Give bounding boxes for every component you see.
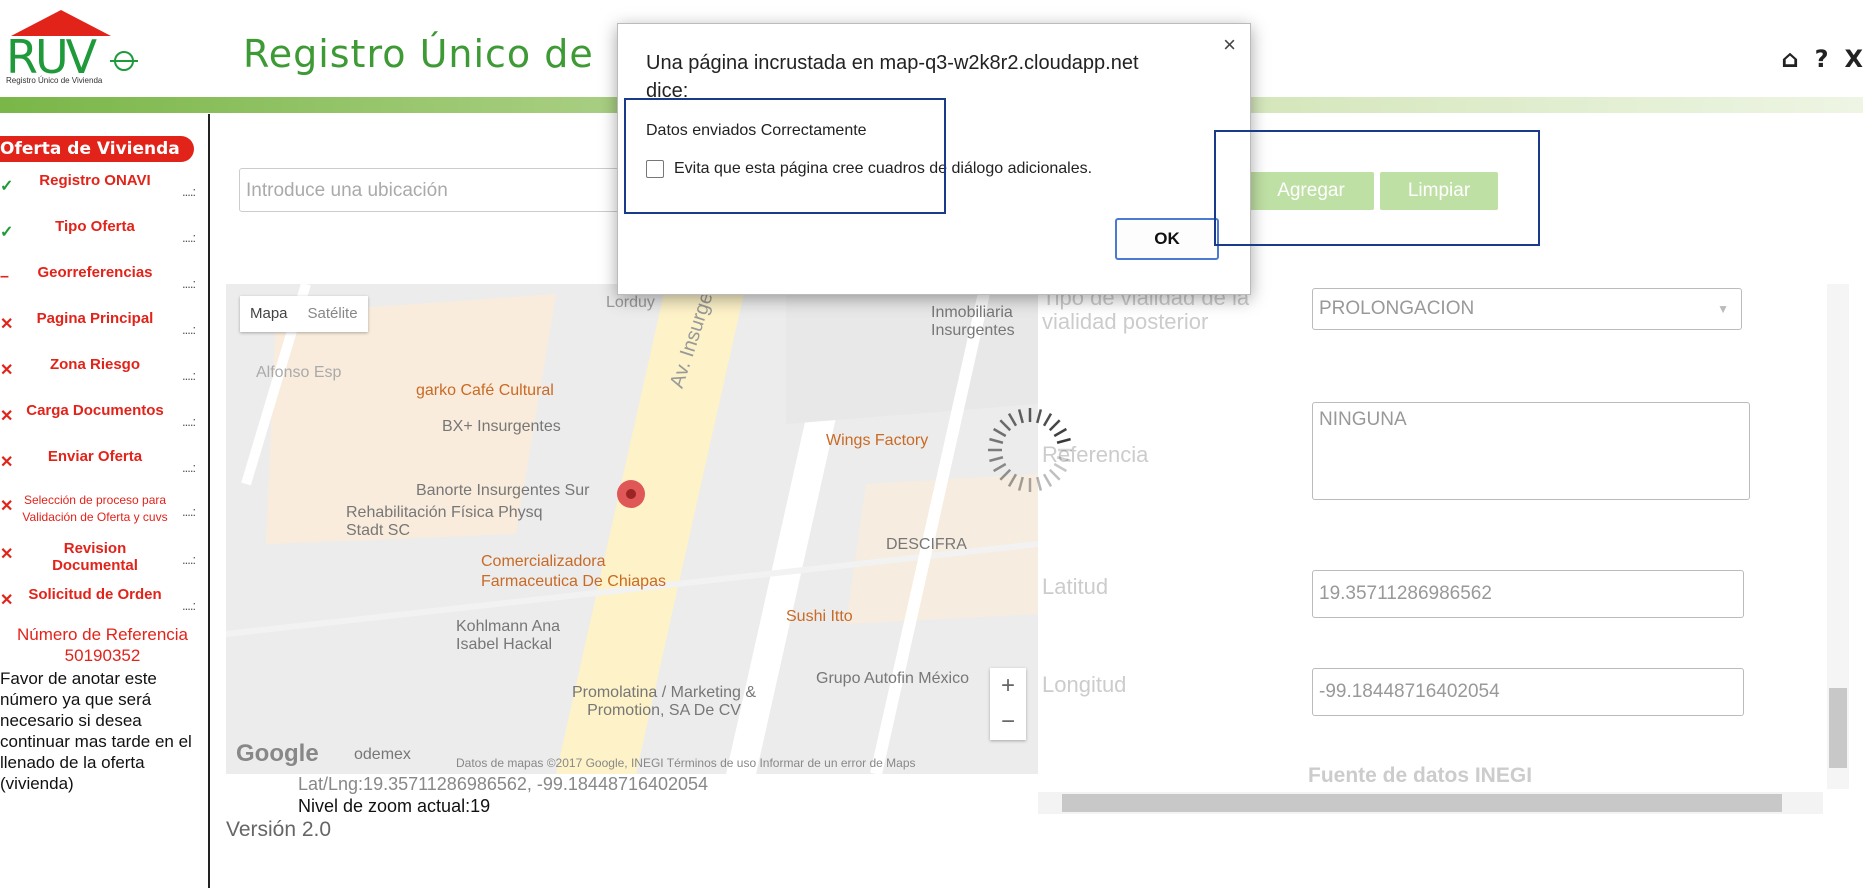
location-search-input[interactable]: Introduce una ubicación bbox=[239, 168, 619, 212]
map-poi[interactable]: Inmobiliaria Insurgentes bbox=[931, 304, 1038, 340]
sidebar-step[interactable]: ✕ Selección de proceso para Validación de… bbox=[0, 492, 205, 532]
sidebar-step[interactable]: ✕ Enviar Oferta....: bbox=[0, 448, 205, 488]
latitud-label: Latitud bbox=[1042, 574, 1109, 599]
ruv-logo: RUV Registro Único de Vivienda bbox=[0, 8, 150, 88]
zoom-level-readout: Nivel de zoom actual:19 bbox=[298, 796, 491, 816]
form-horizontal-scroll-thumb[interactable] bbox=[1062, 794, 1782, 812]
step-connector: ....: bbox=[182, 276, 196, 291]
step-connector: ....: bbox=[182, 230, 196, 245]
chevron-down-icon: ▼ bbox=[1717, 302, 1729, 316]
map-poi[interactable]: Sushi Itto bbox=[786, 608, 853, 626]
latlng-readout: Lat/Lng:19.35711286986562, -99.184487164… bbox=[298, 774, 709, 794]
dialog-close-icon[interactable]: × bbox=[1223, 32, 1236, 58]
map-poi[interactable]: Comercializadora Farmaceutica De Chiapas bbox=[481, 552, 701, 592]
sidebar-step-label: Selección de proceso para Validación de … bbox=[22, 493, 168, 524]
sidebar-step[interactable]: ✕ Carga Documentos....: bbox=[0, 402, 205, 442]
step-connector: ....: bbox=[182, 414, 196, 429]
sidebar-step-label: Revision Documental bbox=[52, 540, 138, 574]
map-poi[interactable]: Kohlmann Ana Isabel Hackal bbox=[456, 618, 576, 654]
location-form: Tipo de vialidad de la vialidad posterio… bbox=[1038, 284, 1838, 789]
sidebar-step[interactable]: – Georreferencias....: bbox=[0, 264, 205, 304]
loading-spinner-icon bbox=[988, 408, 1072, 492]
logo-subtitle: Registro Único de Vivienda bbox=[6, 76, 103, 85]
sidebar-step[interactable]: ✕ Zona Riesgo....: bbox=[0, 356, 205, 396]
map-attribution[interactable]: Datos de mapas ©2017 Google, INEGI Térmi… bbox=[456, 756, 916, 770]
map-type-map[interactable]: Mapa bbox=[240, 296, 298, 332]
cross-icon: ✕ bbox=[0, 546, 14, 563]
map-poi[interactable]: odemex bbox=[354, 746, 411, 764]
cross-icon: ✕ bbox=[0, 408, 14, 425]
map-label: Alfonso Esp bbox=[256, 364, 342, 381]
close-icon[interactable]: X bbox=[1844, 45, 1863, 73]
sidebar-step-label: Georreferencias bbox=[37, 264, 153, 281]
reference-note: Favor de anotar este número ya que será … bbox=[0, 669, 192, 793]
step-connector: ....: bbox=[182, 598, 196, 613]
map[interactable]: Mapa Satélite Lorduy Alfonso Esp garko C… bbox=[226, 284, 1038, 774]
google-logo: Google bbox=[236, 740, 319, 767]
cross-icon: ✕ bbox=[0, 454, 14, 471]
longitud-label: Longitud bbox=[1042, 672, 1127, 697]
step-connector: ....: bbox=[182, 504, 196, 519]
cross-icon: ✕ bbox=[0, 498, 14, 515]
step-connector: ....: bbox=[182, 184, 196, 199]
zoom-in-button[interactable]: + bbox=[990, 668, 1026, 704]
form-vertical-scroll-thumb[interactable] bbox=[1829, 688, 1847, 768]
step-connector: ....: bbox=[182, 322, 196, 337]
step-connector: ....: bbox=[182, 460, 196, 475]
step-connector: ....: bbox=[182, 368, 196, 383]
sidebar-step[interactable]: ✓ Tipo Oferta....: bbox=[0, 218, 205, 258]
sidebar-heading: Oferta de Vivienda bbox=[0, 136, 194, 162]
data-source-label: Fuente de datos INEGI bbox=[1308, 764, 1533, 787]
sidebar-step[interactable]: ✓ Registro ONAVI....: bbox=[0, 172, 205, 212]
vialidad-value: PROLONGACION bbox=[1319, 298, 1475, 319]
longitud-input[interactable]: -99.18448716402054 bbox=[1312, 668, 1744, 716]
sidebar-step-label: Tipo Oferta bbox=[55, 218, 135, 235]
sidebar-step-label: Solicitud de Orden bbox=[28, 586, 162, 603]
sidebar-step[interactable]: ✕ Solicitud de Orden....: bbox=[0, 586, 205, 626]
map-poi[interactable]: BX+ Insurgentes bbox=[442, 418, 561, 436]
dialog-ok-button[interactable]: OK bbox=[1115, 218, 1219, 260]
reference-number: 50190352 bbox=[64, 646, 141, 665]
map-type-satellite[interactable]: Satélite bbox=[298, 296, 368, 332]
map-poi[interactable]: Grupo Autofin México bbox=[816, 670, 969, 688]
map-poi[interactable]: Banorte Insurgentes Sur bbox=[416, 482, 589, 500]
map-poi[interactable]: Wings Factory bbox=[826, 432, 928, 450]
check-icon: ✓ bbox=[0, 224, 14, 241]
highlight-box bbox=[1214, 130, 1540, 246]
map-poi[interactable]: Promolatina / Marketing & Promotion, SA … bbox=[554, 684, 774, 720]
map-label: Lorduy bbox=[606, 294, 655, 311]
check-icon: ✓ bbox=[0, 178, 14, 195]
reference-number-block: Número de Referencia 50190352 bbox=[0, 624, 205, 666]
referencia-textarea[interactable]: NINGUNA bbox=[1312, 402, 1750, 500]
header-actions: ⌂? X bbox=[1765, 45, 1863, 73]
zoom-control: + − bbox=[990, 668, 1026, 740]
map-poi[interactable]: Rehabilitación Física Physq Stadt SC bbox=[346, 504, 566, 540]
sidebar-step-label: Carga Documentos bbox=[26, 402, 164, 419]
zoom-out-button[interactable]: − bbox=[990, 704, 1026, 740]
cross-icon: ✕ bbox=[0, 362, 14, 379]
page-title: Registro Único de bbox=[243, 32, 594, 76]
logo-mark-icon bbox=[110, 51, 138, 71]
map-poi[interactable]: DESCIFRA bbox=[886, 536, 967, 554]
sidebar-step[interactable]: ✕ Pagina Principal....: bbox=[0, 310, 205, 350]
version-label: Versión 2.0 bbox=[226, 818, 332, 841]
map-type-control: Mapa Satélite bbox=[240, 296, 368, 332]
latitud-input[interactable]: 19.35711286986562 bbox=[1312, 570, 1744, 618]
sidebar-step[interactable]: ✕ Revision Documental....: bbox=[0, 540, 205, 580]
help-icon[interactable]: ? bbox=[1815, 45, 1829, 73]
cross-icon: ✕ bbox=[0, 592, 14, 609]
vialidad-select[interactable]: PROLONGACION ▼ bbox=[1312, 288, 1742, 330]
step-connector: ....: bbox=[182, 552, 196, 567]
dash-icon: – bbox=[0, 268, 9, 285]
highlight-box bbox=[624, 98, 946, 214]
sidebar-step-label: Registro ONAVI bbox=[39, 172, 151, 189]
dialog-title: Una página incrustada en map-q3-w2k8r2.c… bbox=[646, 52, 1139, 102]
cross-icon: ✕ bbox=[0, 316, 14, 333]
sidebar-step-label: Zona Riesgo bbox=[49, 356, 140, 373]
home-icon[interactable]: ⌂ bbox=[1781, 45, 1798, 73]
map-poi[interactable]: garko Café Cultural bbox=[416, 382, 554, 400]
sidebar-step-label: Pagina Principal bbox=[36, 310, 154, 327]
reference-label: Número de Referencia bbox=[16, 625, 189, 644]
sidebar-step-label: Enviar Oferta bbox=[47, 448, 143, 465]
